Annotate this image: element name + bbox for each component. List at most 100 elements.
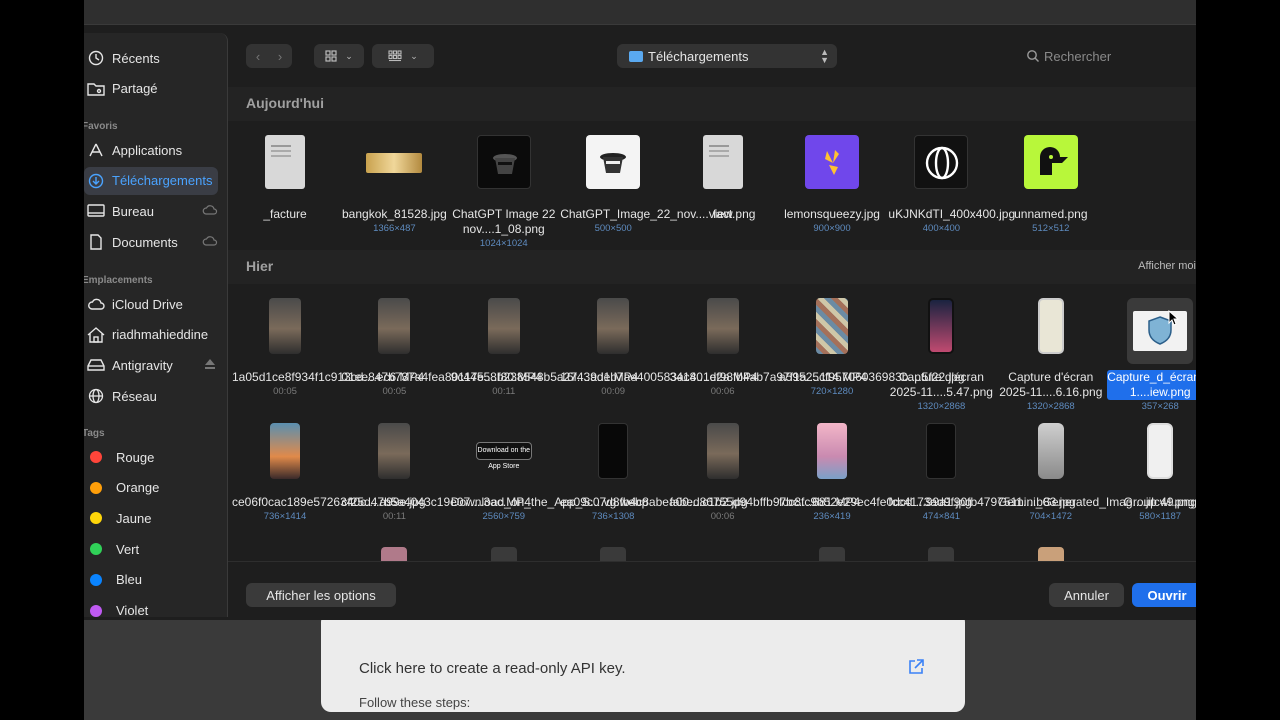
sidebar-item-label: iCloud Drive bbox=[112, 296, 183, 312]
file-dimensions: 1024×1024 bbox=[479, 238, 528, 249]
file-dimensions: 512×512 bbox=[1032, 223, 1070, 234]
sidebar-item-documents[interactable]: Documents bbox=[84, 228, 218, 256]
image-thumbnail bbox=[817, 423, 847, 479]
file-item[interactable]: fcc8fc9b52e29ec4fe0dcd....99a1.jpg 236×41… bbox=[779, 423, 972, 522]
file-duration: 00:06 bbox=[710, 511, 735, 522]
file-thumbnail-partial[interactable] bbox=[490, 547, 517, 561]
forward-arrow-icon[interactable]: › bbox=[269, 49, 291, 64]
group-view-button[interactable]: ⌄ bbox=[372, 44, 434, 68]
file-item[interactable]: ce06f0cac189e5726340c....a99e.jpg 736×141… bbox=[232, 423, 426, 522]
document-icon bbox=[87, 233, 105, 251]
tag-jaune[interactable]: Jaune bbox=[84, 504, 218, 532]
file-dimensions: 400×400 bbox=[922, 223, 961, 234]
group-title-yesterday: Hier bbox=[246, 258, 274, 274]
tag-orange[interactable]: Orange bbox=[84, 474, 218, 502]
file-item[interactable]: fcc4173ad9f90fb4797511....b83.jpg 474×841 bbox=[888, 423, 1076, 522]
search-field[interactable]: Rechercher bbox=[1026, 44, 1196, 68]
file-item[interactable]: a59525cf95706036983b....5f22.jpg 720×1280 bbox=[779, 298, 965, 397]
file-item[interactable]: Capture d'écran 2025-11....6.16.png 1320×… bbox=[998, 298, 1104, 412]
api-key-link[interactable]: Click here to create a read-only API key… bbox=[359, 660, 626, 677]
globe-icon bbox=[87, 387, 105, 405]
file-item[interactable]: Capture_d_écran_2025-1....iew.png357×268 bbox=[1107, 298, 1196, 412]
external-link-icon[interactable] bbox=[907, 658, 925, 676]
tag-vert[interactable]: Vert bbox=[84, 535, 218, 563]
file-thumbnail-partial[interactable] bbox=[819, 547, 845, 561]
file-thumbnail-partial[interactable] bbox=[1037, 547, 1064, 561]
tag-violet[interactable]: Violet bbox=[84, 597, 218, 621]
tag-color-dot bbox=[90, 543, 102, 556]
file-name: Capture_d_écran_2025-1....iew.png bbox=[1107, 370, 1196, 400]
show-less-link[interactable]: Afficher moi bbox=[1138, 260, 1196, 272]
file-item[interactable]: fabed86755d94bffb97bc....681.MP4 00:06 bbox=[669, 423, 861, 522]
sidebar-item-bureau[interactable]: Bureau bbox=[84, 197, 218, 225]
file-name: Gemini_Generated_Imag....jilcwl.png bbox=[997, 495, 1195, 509]
tag-color-dot bbox=[90, 481, 102, 494]
back-arrow-icon[interactable]: ‹ bbox=[247, 49, 269, 64]
file-item[interactable]: bangkok_81528.jpg 1366×487 bbox=[341, 135, 447, 234]
chevron-down-icon: ⌄ bbox=[345, 50, 353, 61]
file-item[interactable]: ChatGPT Image 22 nov....1_08.png 1024×102… bbox=[451, 135, 557, 249]
tags-heading: Tags bbox=[84, 428, 105, 439]
file-duration: 00:11 bbox=[382, 511, 406, 522]
file-item[interactable]: Gemini_Generated_Imag....jilcwl.png 704×1… bbox=[997, 423, 1195, 522]
icloud-status-icon bbox=[202, 236, 218, 246]
file-dimensions: 236×419 bbox=[813, 511, 851, 522]
sidebar-item-re-cents[interactable]: Récents bbox=[84, 44, 218, 72]
file-thumbnail-partial[interactable] bbox=[381, 547, 408, 561]
sidebar-item-label: Réseau bbox=[112, 388, 157, 404]
file-item[interactable]: 1a05d1ce8f934f1c913cd....ec6.MP4 00:05 bbox=[232, 298, 425, 397]
file-item[interactable]: cf25d47b5a4043c19e07....3ac.MP4 00:11 bbox=[341, 423, 531, 522]
sidebar-item-partage-[interactable]: Partagé bbox=[84, 75, 218, 103]
file-item[interactable]: Group 49.png 580×1187 bbox=[1107, 423, 1196, 522]
sidebar-item-re-seau[interactable]: Réseau bbox=[84, 382, 218, 410]
tag-color-dot bbox=[90, 604, 102, 617]
clock-icon bbox=[87, 49, 105, 67]
image-thumbnail bbox=[805, 135, 859, 189]
file-item[interactable]: fact bbox=[670, 135, 776, 223]
file-thumbnail-partial[interactable] bbox=[928, 547, 955, 561]
icon-view-button[interactable]: ⌄ bbox=[314, 44, 364, 68]
sidebar-item-icloud-drive[interactable]: iCloud Drive bbox=[84, 290, 218, 318]
file-item[interactable]: 9c44558b238548b5a27....ade.MP4 00:11 bbox=[451, 298, 638, 397]
image-thumbnail bbox=[586, 135, 641, 189]
file-item[interactable]: ea09c07d8fb4c8abea00....c1b2.jpg 736×1308 bbox=[560, 423, 748, 522]
open-button[interactable]: Ouvrir bbox=[1132, 583, 1196, 607]
file-item[interactable]: unnamed.png 512×512 bbox=[998, 135, 1104, 234]
background-card: Click here to create a read-only API key… bbox=[321, 612, 965, 712]
file-item[interactable]: Download on the App Store Download_on_the… bbox=[450, 423, 649, 522]
sidebar-item-label: Partagé bbox=[112, 81, 158, 97]
file-thumbnail-partial[interactable] bbox=[600, 547, 627, 561]
cancel-button[interactable]: Annuler bbox=[1049, 583, 1124, 607]
file-name: bangkok_81528.jpg bbox=[342, 207, 447, 221]
location-popup[interactable]: Téléchargements ▲ ▼ bbox=[617, 44, 837, 68]
file-item[interactable]: uKJNKdTI_400x400.jpg 400×400 bbox=[888, 135, 1015, 234]
tag-bleu[interactable]: Bleu bbox=[84, 566, 218, 594]
file-name: Download_on_the_App_S....vg.webp bbox=[450, 495, 649, 509]
search-icon bbox=[1027, 50, 1039, 62]
eject-icon[interactable] bbox=[202, 358, 218, 370]
tag-rouge[interactable]: Rouge bbox=[84, 443, 218, 471]
drive-icon bbox=[87, 356, 105, 374]
file-dimensions: 720×1280 bbox=[810, 386, 854, 397]
file-item[interactable]: 16f439d1b7ae400583ac4....d2a.MP4 00:09 bbox=[560, 298, 758, 397]
file-name: a59525cf95706036983b....5f22.jpg bbox=[779, 370, 965, 384]
sidebar: Récents Partagé Favoris Applications Téléc… bbox=[84, 33, 228, 618]
file-name: fabed86755d94bffb97bc....681.MP4 bbox=[669, 495, 861, 509]
image-thumbnail bbox=[366, 153, 423, 173]
file-item[interactable]: Capture d'écran 2025-11....5.47.png 1320×… bbox=[888, 298, 994, 412]
file-item[interactable]: 341801ef98fb4ab7a97f1a....114.MP4 00:06 bbox=[670, 298, 867, 397]
show-options-button[interactable]: Afficher les options bbox=[246, 583, 396, 607]
sidebar-item-te-le-chargements[interactable]: Téléchargements bbox=[84, 166, 218, 195]
file-item[interactable]: _facture bbox=[232, 135, 338, 223]
screenshot-thumbnail bbox=[1037, 298, 1064, 354]
file-item[interactable]: ChatGPT_Image_22_nov....view.png 500×500 bbox=[560, 135, 755, 234]
file-item[interactable]: 01ee847b737a4fea80117e....f80.MP4 00:05 bbox=[341, 298, 542, 397]
file-item[interactable]: lemonsqueezy.jpg 900×900 bbox=[779, 135, 885, 234]
file-name: 1a05d1ce8f934f1c913cd....ec6.MP4 bbox=[232, 370, 425, 384]
sidebar-item-applications[interactable]: Applications bbox=[84, 136, 218, 164]
sidebar-item-riadhmahieddine[interactable]: riadhmahieddine bbox=[84, 321, 218, 349]
video-thumbnail bbox=[269, 298, 301, 354]
file-duration: 00:09 bbox=[601, 386, 626, 397]
sidebar-item-antigravity[interactable]: Antigravity bbox=[84, 351, 218, 379]
video-thumbnail bbox=[706, 298, 739, 354]
